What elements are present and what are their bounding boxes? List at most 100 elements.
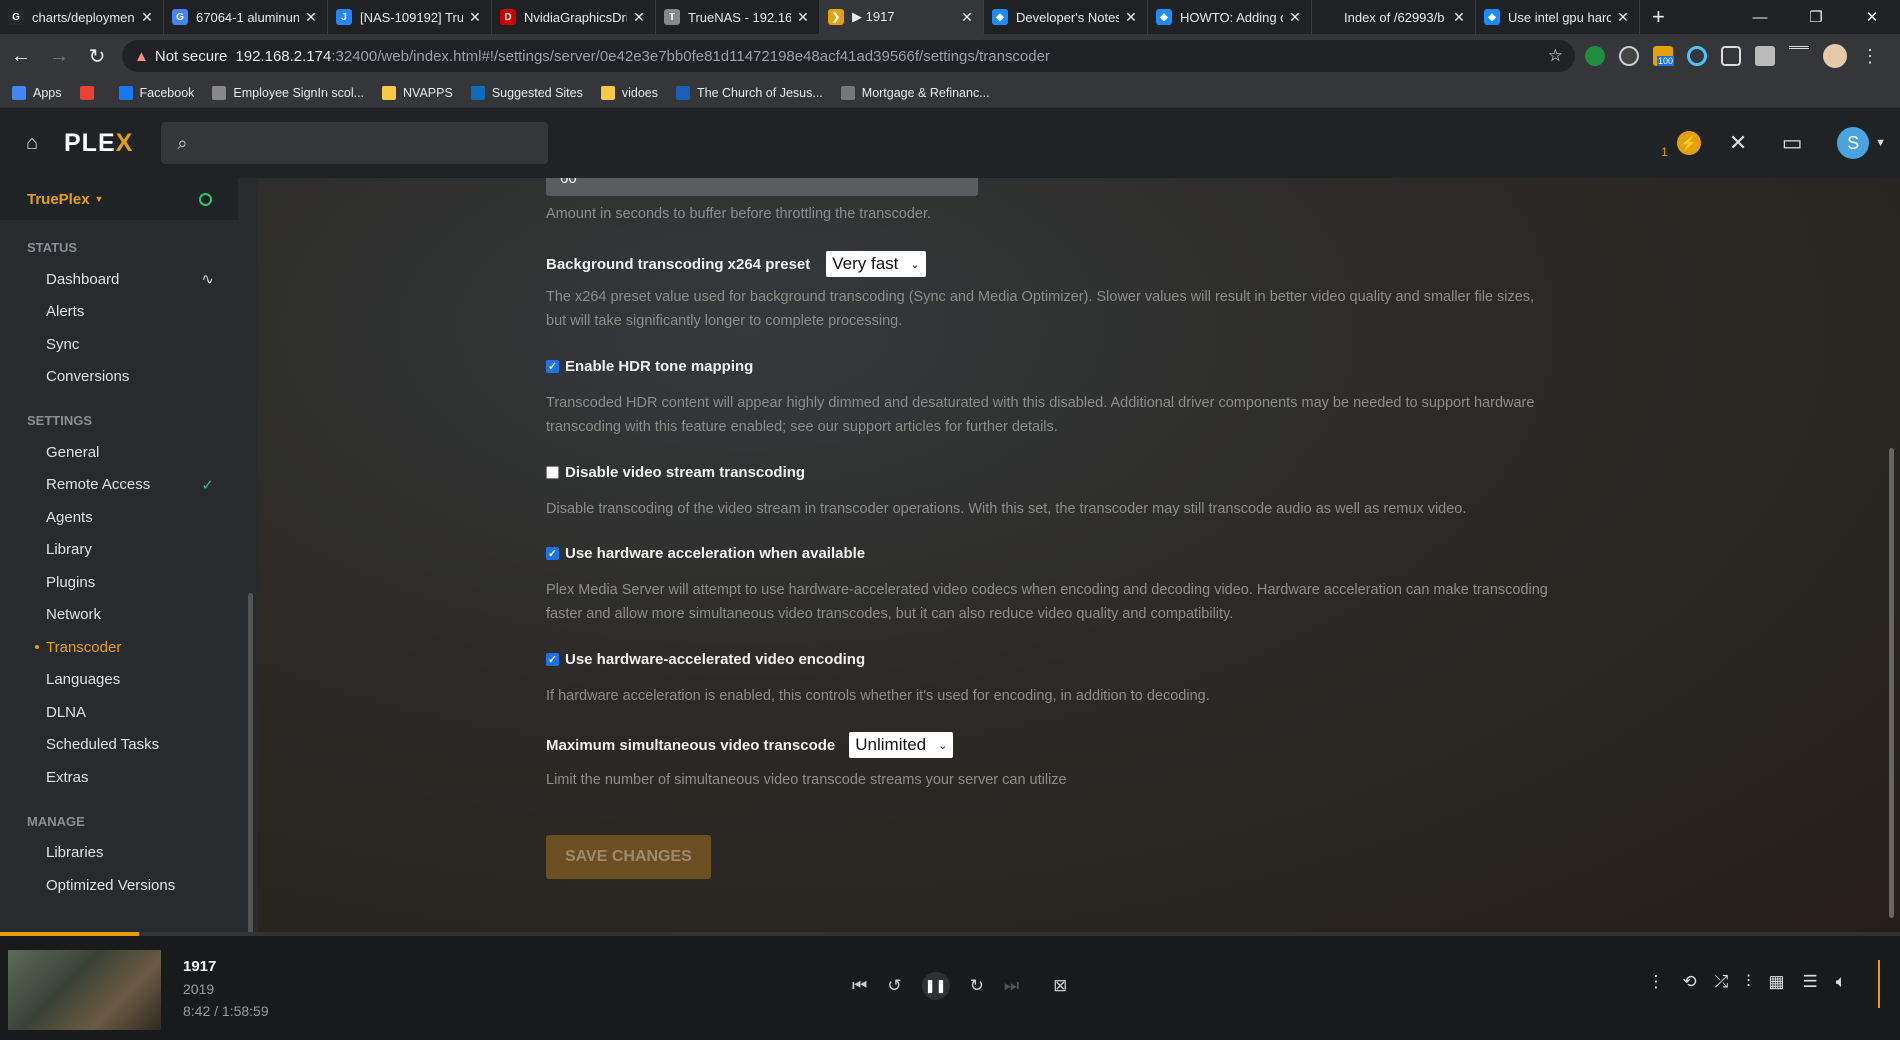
max-transcode-select[interactable]: Unlimited ⌄ xyxy=(849,732,954,758)
profile-avatar-icon[interactable] xyxy=(1823,44,1847,68)
sidebar-item-scheduled-tasks[interactable]: Scheduled Tasks xyxy=(0,729,238,762)
activity-button[interactable]: 1 ⚡ xyxy=(1661,131,1711,159)
not-secure-indicator[interactable]: ▲ Not secure xyxy=(134,48,227,65)
hwaccel-checkbox[interactable]: ✓ xyxy=(546,547,559,560)
disable-video-checkbox[interactable] xyxy=(546,466,559,479)
content-scrollbar[interactable] xyxy=(1889,448,1894,918)
volume-slider[interactable] xyxy=(1878,960,1880,1008)
user-avatar[interactable]: S xyxy=(1837,127,1870,159)
bookmark-item[interactable]: NVAPPS xyxy=(382,85,453,100)
bookmark-star-icon[interactable]: ☆ xyxy=(1548,46,1563,66)
cast-icon[interactable]: ▭ xyxy=(1765,130,1819,156)
extensions-puzzle-icon[interactable] xyxy=(1755,46,1775,66)
sidebar-item-agents[interactable]: Agents xyxy=(0,501,238,534)
browser-tab[interactable]: ❯ ▶ 1917 ✕ xyxy=(820,0,984,34)
tab-close-icon[interactable]: ✕ xyxy=(303,9,319,26)
tab-close-icon[interactable]: ✕ xyxy=(959,9,975,26)
hdr-toggle[interactable]: ✓ Enable HDR tone mapping xyxy=(546,358,753,375)
sidebar-scrollbar[interactable] xyxy=(248,593,253,932)
sidebar-item-conversions[interactable]: Conversions xyxy=(0,361,238,394)
previous-track-icon[interactable]: ⏮ xyxy=(852,976,867,996)
tab-close-icon[interactable]: ✕ xyxy=(1615,9,1631,26)
minimize-icon[interactable]: — xyxy=(1732,0,1788,34)
restore-icon[interactable]: ❐ xyxy=(1788,0,1844,34)
extension-badge-icon[interactable]: 100 xyxy=(1653,46,1675,66)
x264-preset-select[interactable]: Very fast ⌄ xyxy=(826,251,926,277)
sidebar-item-optimized-versions[interactable]: Optimized Versions xyxy=(0,869,238,902)
reload-icon[interactable]: ↻ xyxy=(80,39,114,73)
sidebar-item-languages[interactable]: Languages xyxy=(0,664,238,697)
sidebar-item-extras[interactable]: Extras xyxy=(0,761,238,794)
shuffle-icon[interactable]: ⤮ xyxy=(1715,972,1729,992)
next-track-icon[interactable]: ⏭ xyxy=(1004,976,1019,996)
bookmark-item[interactable]: Suggested Sites xyxy=(470,85,583,100)
plex-logo[interactable]: PLEX xyxy=(64,129,133,158)
repeat-icon[interactable]: ⟲ xyxy=(1682,972,1696,992)
buffer-input[interactable]: 60 xyxy=(546,178,978,196)
hwaccel-toggle[interactable]: ✓ Use hardware acceleration when availabl… xyxy=(546,545,865,562)
sidebar-item-sync[interactable]: Sync xyxy=(0,328,238,361)
extension-green-icon[interactable] xyxy=(1585,46,1605,66)
pause-button[interactable]: ❚❚ xyxy=(921,972,950,1000)
close-window-icon[interactable]: ✕ xyxy=(1844,0,1900,34)
bookmark-item[interactable]: Employee SignIn scol... xyxy=(212,85,364,100)
extension-box-icon[interactable] xyxy=(1721,46,1741,66)
skip-back-10-icon[interactable]: ↺ xyxy=(887,976,901,996)
bookmark-item[interactable] xyxy=(79,85,101,100)
playback-progress[interactable] xyxy=(0,932,1900,936)
browser-tab[interactable]: ◆ Developer's Notes ✕ xyxy=(984,0,1148,34)
sidebar-item-network[interactable]: Network xyxy=(0,599,238,632)
tab-close-icon[interactable]: ✕ xyxy=(631,9,647,26)
reading-list-icon[interactable] xyxy=(1789,46,1809,66)
stop-icon[interactable]: ⊠ xyxy=(1053,976,1067,996)
sidebar-item-plugins[interactable]: Plugins xyxy=(0,566,238,599)
bookmark-item[interactable]: vidoes xyxy=(600,85,658,100)
more-options-icon[interactable]: ⋮ xyxy=(1647,972,1664,992)
server-selector[interactable]: TruePlex ▼ xyxy=(0,178,238,220)
sidebar-item-libraries[interactable]: Libraries xyxy=(0,837,238,870)
hwenc-checkbox[interactable]: ✓ xyxy=(546,653,559,666)
browser-tab[interactable]: Gcharts/deploymen ✕ xyxy=(0,0,164,34)
sidebar-item-alerts[interactable]: Alerts xyxy=(0,296,238,329)
url-field[interactable]: ▲ Not secure 192.168.2.174:32400/web/inde… xyxy=(122,40,1575,72)
now-playing-title[interactable]: 1917 xyxy=(183,958,269,975)
menu-dots-icon[interactable]: ⋮ xyxy=(1861,46,1879,67)
grid-view-icon[interactable]: ▦ xyxy=(1768,972,1784,992)
extension-mask-icon[interactable] xyxy=(1619,46,1639,66)
hdr-checkbox[interactable]: ✓ xyxy=(546,360,559,373)
sidebar-item-dashboard[interactable]: Dashboard ∿ xyxy=(0,263,238,296)
tab-close-icon[interactable]: ✕ xyxy=(1451,9,1467,26)
tab-close-icon[interactable]: ✕ xyxy=(467,9,483,26)
browser-tab[interactable]: T TrueNAS - 192.168 ✕ xyxy=(656,0,820,34)
bookmark-item[interactable]: The Church of Jesus... xyxy=(676,85,823,100)
playlist-icon[interactable]: ☰ xyxy=(1803,972,1818,992)
save-changes-button[interactable]: SAVE CHANGES xyxy=(546,835,711,879)
browser-tab[interactable]: G 67064-1 aluminun ✕ xyxy=(164,0,328,34)
browser-tab[interactable]: D NvidiaGraphicsDri ✕ xyxy=(492,0,656,34)
now-playing-thumbnail[interactable] xyxy=(8,950,161,1030)
extension-ring-icon[interactable] xyxy=(1687,46,1707,66)
volume-icon[interactable]: 🔈︎ xyxy=(1836,972,1846,992)
settings-tools-icon[interactable]: ✕ xyxy=(1711,130,1765,156)
skip-forward-30-icon[interactable]: ↻ xyxy=(970,976,984,996)
tab-close-icon[interactable]: ✕ xyxy=(1287,9,1303,26)
bookmark-item[interactable]: Apps xyxy=(12,85,62,100)
forward-icon[interactable]: → xyxy=(42,39,76,73)
sidebar-item-remote-access[interactable]: Remote Access ✓ xyxy=(0,469,238,502)
tab-close-icon[interactable]: ✕ xyxy=(795,9,811,26)
tab-close-icon[interactable]: ✕ xyxy=(1123,9,1139,26)
chevron-down-icon[interactable]: ▼ xyxy=(1875,137,1886,149)
audio-settings-icon[interactable]: ⫶ xyxy=(1746,972,1750,992)
browser-tab[interactable]: ◆ Use intel gpu hard ✕ xyxy=(1476,0,1640,34)
bookmark-item[interactable]: Facebook xyxy=(118,85,194,100)
sidebar-item-dlna[interactable]: DLNA xyxy=(0,696,238,729)
new-tab-button[interactable]: + xyxy=(1640,0,1677,34)
sidebar-item-transcoder[interactable]: Transcoder xyxy=(0,631,238,664)
browser-tab[interactable]: J [NAS-109192] Tru ✕ xyxy=(328,0,492,34)
browser-tab[interactable]: ◆ HOWTO: Adding o ✕ xyxy=(1148,0,1312,34)
disable-video-toggle[interactable]: Disable video stream transcoding xyxy=(546,464,805,481)
search-input[interactable]: ⌕ xyxy=(161,122,549,164)
hwenc-toggle[interactable]: ✓ Use hardware-accelerated video encoding xyxy=(546,651,865,668)
bookmark-item[interactable]: Mortgage & Refinanc... xyxy=(840,85,990,100)
browser-tab[interactable]: Index of /62993/b ✕ xyxy=(1312,0,1476,34)
